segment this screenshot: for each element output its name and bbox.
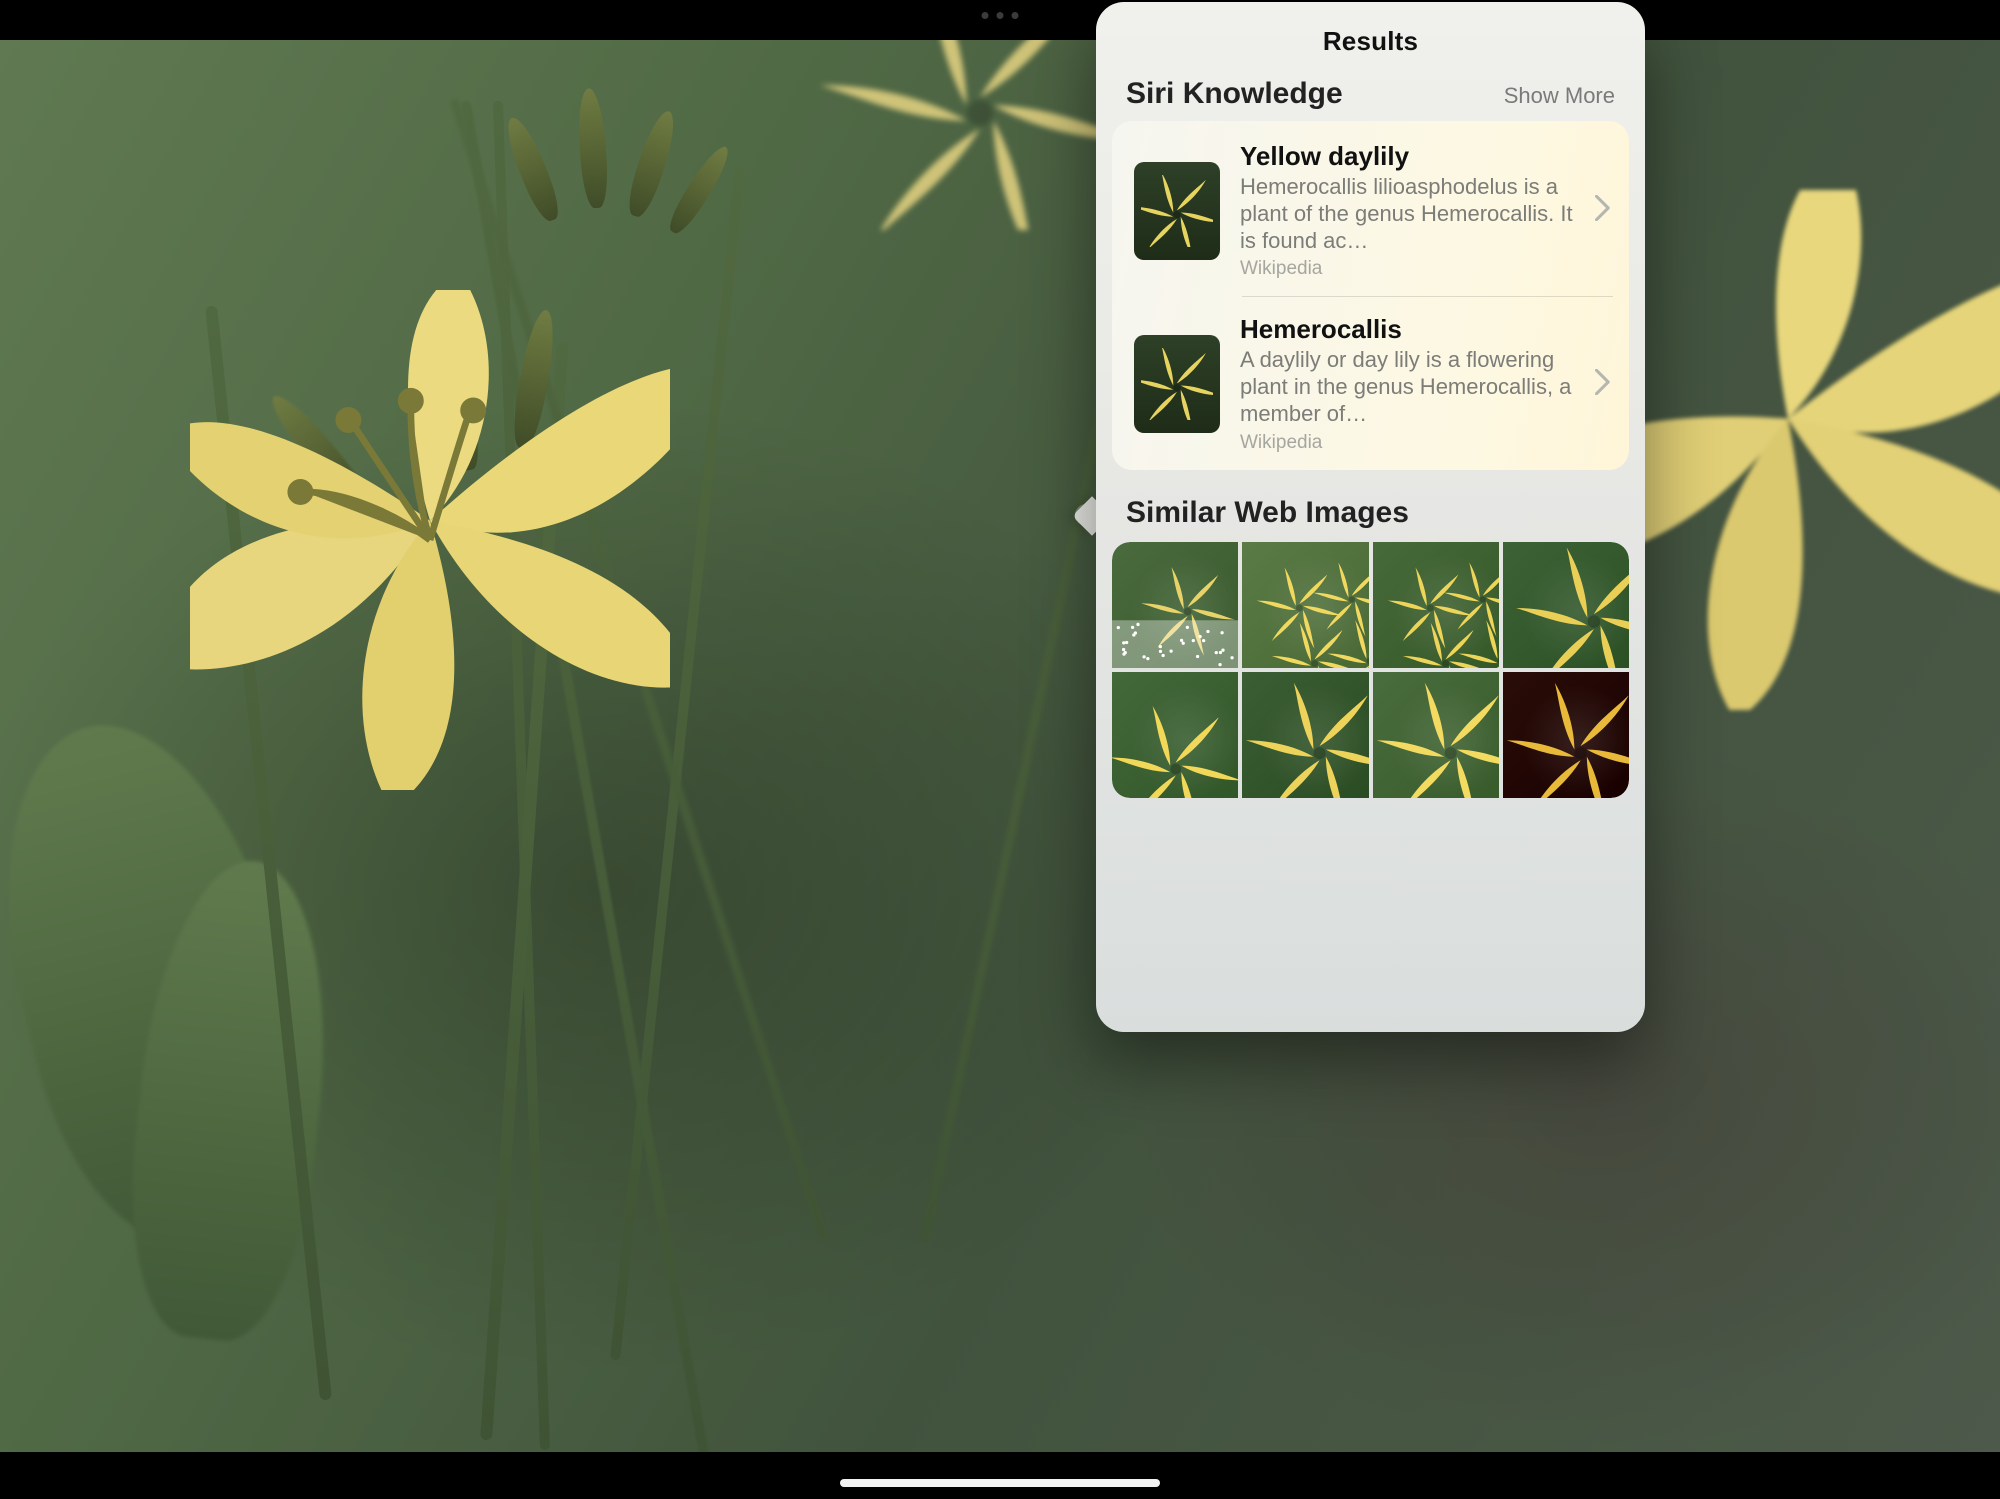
similar-images-title: Similar Web Images [1096, 470, 1645, 542]
similar-image[interactable] [1373, 542, 1499, 668]
similar-image[interactable] [1373, 672, 1499, 798]
knowledge-item-source: Wikipedia [1240, 258, 1575, 280]
knowledge-item-desc: Hemerocallis lilioasphodelus is a plant … [1240, 174, 1575, 254]
siri-knowledge-title: Siri Knowledge [1126, 77, 1343, 111]
knowledge-item-yellow-daylily[interactable]: Yellow daylily Hemerocallis lilioasphode… [1112, 121, 1629, 296]
show-more-button[interactable]: Show More [1504, 83, 1615, 109]
knowledge-item-source: Wikipedia [1240, 432, 1575, 454]
flower-icon [1134, 335, 1220, 433]
siri-knowledge-card: Yellow daylily Hemerocallis lilioasphode… [1112, 121, 1629, 470]
similar-image[interactable] [1112, 672, 1238, 798]
knowledge-item-hemerocallis[interactable]: Hemerocallis A daylily or day lily is a … [1112, 296, 1629, 469]
photo-background [0, 40, 2000, 1452]
similar-image[interactable] [1112, 542, 1238, 668]
flower-main [190, 290, 670, 790]
knowledge-item-desc: A daylily or day lily is a flowering pla… [1240, 347, 1575, 427]
similar-image[interactable] [1242, 672, 1368, 798]
results-panel: Results Siri Knowledge Show More Yellow … [1096, 2, 1645, 1032]
chevron-right-icon [1595, 195, 1611, 226]
multitask-dots[interactable] [982, 12, 1019, 19]
similar-image[interactable] [1503, 672, 1629, 798]
similar-image[interactable] [1242, 542, 1368, 668]
panel-title: Results [1096, 2, 1645, 73]
knowledge-item-title: Yellow daylily [1240, 141, 1575, 172]
similar-image[interactable] [1503, 542, 1629, 668]
knowledge-item-title: Hemerocallis [1240, 314, 1575, 345]
flower-icon [1134, 162, 1220, 260]
home-indicator[interactable] [840, 1479, 1160, 1487]
similar-images-grid [1112, 542, 1629, 799]
siri-knowledge-header: Siri Knowledge Show More [1096, 73, 1645, 121]
chevron-right-icon [1595, 369, 1611, 400]
